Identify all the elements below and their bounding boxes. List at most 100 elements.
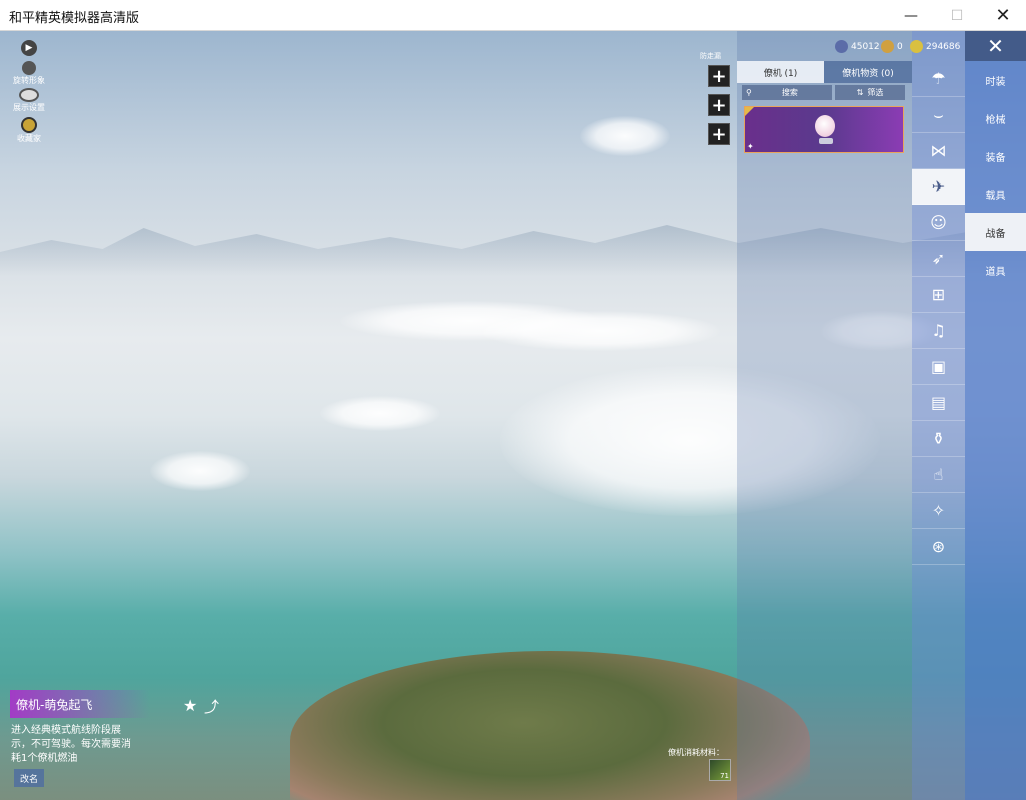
search-icon: ⚲ bbox=[746, 88, 752, 97]
image-icon: ▤ bbox=[930, 393, 947, 412]
add-slot-button-2[interactable]: + bbox=[708, 94, 730, 116]
minimize-button[interactable]: — bbox=[888, 0, 934, 31]
category-ufo[interactable]: ⊛ bbox=[912, 529, 965, 565]
tab-fashion-label: 时装 bbox=[985, 76, 1006, 88]
category-drone[interactable]: ⋈ bbox=[912, 133, 965, 169]
collector-badge-icon bbox=[21, 117, 37, 133]
tab-fashion[interactable]: 时装 bbox=[965, 61, 1026, 99]
material-count: 71 bbox=[720, 772, 729, 780]
filter-icon: ⇅ bbox=[856, 88, 864, 97]
card-base bbox=[819, 138, 833, 144]
category-parachute[interactable]: ☂ bbox=[912, 61, 965, 97]
add-slot-button-3[interactable]: + bbox=[708, 123, 730, 145]
tab-vehicles-label: 载具 bbox=[985, 190, 1006, 202]
bunny-wingman-icon bbox=[815, 115, 835, 137]
close-panel-button[interactable]: ✕ bbox=[965, 31, 1026, 61]
item-title: 僚机-萌兔起飞 bbox=[10, 690, 150, 718]
category-spray[interactable]: ⚱ bbox=[912, 421, 965, 457]
category-plane[interactable]: ✈ bbox=[912, 169, 965, 205]
frame-icon: ▣ bbox=[930, 357, 947, 376]
parachute-icon: ☂ bbox=[931, 69, 946, 88]
tab-equipment[interactable]: 装备 bbox=[965, 137, 1026, 175]
coupon-count: 294686 bbox=[926, 41, 961, 52]
maximize-icon: ☐ bbox=[950, 7, 964, 24]
gem-icon bbox=[835, 40, 848, 53]
play-button[interactable]: ▶ bbox=[10, 40, 48, 56]
search-label: 搜索 bbox=[781, 88, 798, 97]
category-robot[interactable]: ⊞ bbox=[912, 277, 965, 313]
collector-button[interactable]: 收藏家 bbox=[10, 117, 48, 144]
item-title-text: 僚机-萌兔起飞 bbox=[16, 697, 93, 712]
coupon-icon bbox=[910, 40, 923, 53]
tab-vehicles[interactable]: 载具 bbox=[965, 175, 1026, 213]
gem-count: 45012 bbox=[851, 41, 880, 52]
cloud bbox=[320, 396, 440, 431]
rotate-avatar-button[interactable]: 旋转形象 bbox=[10, 61, 48, 86]
star-icon: ★ bbox=[183, 696, 198, 715]
medal-icon bbox=[881, 40, 894, 53]
item-description: 进入经典模式航线阶段展示，不可驾驶。每次需要消耗1个僚机燃油 bbox=[11, 725, 131, 764]
plus-icon: + bbox=[711, 123, 727, 145]
sound-icon: ♫ bbox=[931, 321, 946, 340]
category-frame[interactable]: ▣ bbox=[912, 349, 965, 385]
play-icon: ▶ bbox=[21, 40, 37, 56]
share-button[interactable]: ⤴ bbox=[204, 696, 219, 717]
tab-weapons[interactable]: 枪械 bbox=[965, 99, 1026, 137]
tab-wingman-label: 僚机 (1) bbox=[763, 68, 798, 79]
rename-button[interactable]: 改名 bbox=[14, 769, 44, 787]
ufo-icon: ⊛ bbox=[931, 537, 946, 556]
drone-icon: ⋈ bbox=[930, 141, 947, 160]
tab-props[interactable]: 道具 bbox=[965, 251, 1026, 289]
maximize-button[interactable]: ☐ bbox=[934, 0, 980, 31]
close-icon: ✕ bbox=[987, 34, 1004, 58]
emote-icon: ☺ bbox=[930, 213, 947, 232]
plane-icon: ✈ bbox=[931, 177, 946, 196]
category-image[interactable]: ▤ bbox=[912, 385, 965, 421]
card-star-icon: ✦ bbox=[747, 142, 754, 151]
cloud bbox=[480, 311, 720, 351]
robot-icon: ⊞ bbox=[931, 285, 946, 304]
filter-button[interactable]: ⇅ 筛选 bbox=[835, 85, 905, 100]
category-wand[interactable]: ✧ bbox=[912, 493, 965, 529]
rename-label: 改名 bbox=[19, 774, 38, 785]
close-window-button[interactable]: ✕ bbox=[980, 0, 1026, 31]
fuel-material-icon[interactable]: 71 bbox=[709, 759, 731, 781]
tab-wingman-supplies[interactable]: 僚机物资 (0) bbox=[824, 61, 912, 83]
tab-weapons-label: 枪械 bbox=[985, 114, 1006, 126]
glider-icon: ⌣ bbox=[933, 104, 944, 124]
minimize-icon: — bbox=[904, 7, 918, 24]
display-settings-label: 展示设置 bbox=[13, 103, 45, 112]
window-title: 和平精英模拟器高清版 bbox=[9, 11, 140, 26]
medal-count: 0 bbox=[897, 41, 903, 52]
plus-icon: + bbox=[711, 65, 727, 87]
cloud bbox=[580, 116, 670, 156]
currency-medal: 0 bbox=[881, 40, 903, 53]
tab-wingman[interactable]: 僚机 (1) bbox=[737, 61, 824, 83]
wand-icon: ✧ bbox=[931, 501, 946, 520]
currency-gems: 45012 bbox=[835, 40, 880, 53]
collector-label: 收藏家 bbox=[17, 134, 41, 143]
add-slot-button-1[interactable]: + bbox=[708, 65, 730, 87]
tab-equipment-label: 装备 bbox=[985, 152, 1006, 164]
spray-icon: ⚱ bbox=[931, 429, 946, 448]
category-glider[interactable]: ⌣ bbox=[912, 97, 965, 133]
item-card-bunny-wingman[interactable]: ✦ bbox=[744, 106, 904, 153]
category-sound[interactable]: ♫ bbox=[912, 313, 965, 349]
window-titlebar: 和平精英模拟器高清版 — ☐ ✕ bbox=[0, 0, 1026, 31]
favorite-button[interactable]: ★ bbox=[183, 696, 197, 715]
tab-combat-gear-label: 战备 bbox=[985, 228, 1006, 240]
category-gesture[interactable]: ☝ bbox=[912, 457, 965, 493]
tab-wingman-supplies-label: 僚机物资 (0) bbox=[842, 68, 894, 79]
material-label: 僚机消耗材料： bbox=[668, 748, 724, 757]
share-icon: ⤴ bbox=[204, 698, 220, 716]
rotate-avatar-label: 旋转形象 bbox=[13, 76, 45, 85]
search-input[interactable]: ⚲ 搜索 bbox=[742, 85, 832, 100]
display-settings-button[interactable]: 展示设置 bbox=[10, 88, 48, 113]
island-terrain bbox=[290, 651, 810, 800]
person-icon bbox=[22, 61, 36, 75]
category-jet[interactable]: ➶ bbox=[912, 241, 965, 277]
tab-combat-gear[interactable]: 战备 bbox=[965, 213, 1026, 251]
category-emote[interactable]: ☺ bbox=[912, 205, 965, 241]
currency-coupon: 294686 bbox=[910, 40, 960, 53]
gesture-icon: ☝ bbox=[933, 465, 944, 484]
